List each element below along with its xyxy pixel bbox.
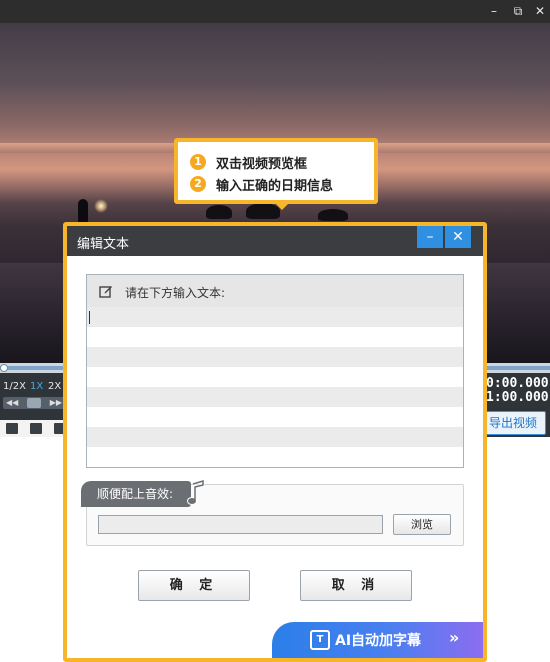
text-line bbox=[87, 307, 463, 327]
total-time: 1:00.000 bbox=[486, 390, 549, 405]
folder-icon[interactable] bbox=[30, 423, 42, 434]
toolbar bbox=[0, 420, 70, 437]
step-back-icon[interactable]: ◀◀ bbox=[6, 397, 18, 409]
edit-icon bbox=[99, 286, 112, 298]
window-minimize-button[interactable]: – bbox=[486, 3, 502, 19]
text-line bbox=[87, 447, 463, 467]
text-line bbox=[87, 347, 463, 367]
ai-subtitle-label: AI自动加字幕 bbox=[335, 633, 422, 649]
speed-2x-button[interactable]: 2X bbox=[48, 381, 61, 392]
speed-1x-button[interactable]: 1X bbox=[30, 381, 43, 392]
video-rock bbox=[318, 209, 348, 221]
ai-subtitle-banner[interactable]: T AI自动加字幕 » bbox=[272, 622, 483, 658]
step-number-badge: 2 bbox=[190, 176, 206, 192]
step-number-badge: 1 bbox=[190, 154, 206, 170]
dialog-title-bar[interactable]: 编辑文本 – ✕ bbox=[67, 226, 483, 256]
confirm-button[interactable]: 确 定 bbox=[138, 570, 250, 601]
text-input-area[interactable]: 请在下方输入文本: bbox=[86, 274, 464, 468]
timeline-playhead[interactable] bbox=[0, 364, 8, 372]
step-text: 双击视频预览框 bbox=[216, 156, 308, 172]
app-title-bar: – ⧉ ✕ bbox=[0, 0, 550, 23]
text-line bbox=[87, 367, 463, 387]
edit-text-dialog: 编辑文本 – ✕ 请在下方输入文本: 顺便配上音效: 浏览 确 定 取 消 T … bbox=[67, 226, 483, 658]
callout-step: 1 双击视频预览框 bbox=[190, 152, 307, 172]
settings-icon[interactable] bbox=[6, 423, 18, 434]
dialog-minimize-button[interactable]: – bbox=[417, 226, 443, 248]
text-line bbox=[87, 427, 463, 447]
step-text: 输入正确的日期信息 bbox=[216, 178, 334, 194]
browse-button[interactable]: 浏览 bbox=[393, 514, 451, 535]
subtitle-icon: T bbox=[310, 630, 330, 650]
current-time: 0:00.000 bbox=[486, 376, 549, 391]
cancel-button[interactable]: 取 消 bbox=[300, 570, 412, 601]
text-caret bbox=[89, 311, 90, 324]
text-line bbox=[87, 327, 463, 347]
sound-effect-path-input[interactable] bbox=[98, 515, 383, 534]
callout-pointer bbox=[274, 202, 290, 210]
dialog-title: 编辑文本 bbox=[77, 237, 130, 252]
double-chevron-icon: » bbox=[449, 628, 460, 647]
video-rock bbox=[206, 205, 232, 219]
text-line bbox=[87, 387, 463, 407]
text-line bbox=[87, 407, 463, 427]
music-note-icon bbox=[187, 480, 205, 505]
speed-half-button[interactable]: 1/2X bbox=[3, 381, 26, 392]
sound-effect-label: 顺便配上音效: bbox=[97, 487, 174, 501]
text-input-header: 请在下方输入文本: bbox=[87, 275, 463, 307]
frame-step-slider[interactable]: ◀◀ ▶▶ bbox=[3, 397, 65, 409]
window-maximize-button[interactable]: ⧉ bbox=[510, 3, 526, 19]
export-video-button[interactable]: 导出视频 bbox=[480, 411, 546, 435]
window-close-button[interactable]: ✕ bbox=[532, 3, 548, 19]
app-window: – ⧉ ✕ 1 双击视频预览框 2 输入正确的日期信息 1/2X 1X 2X ◀… bbox=[0, 0, 550, 662]
instruction-callout: 1 双击视频预览框 2 输入正确的日期信息 bbox=[174, 138, 378, 204]
dialog-close-button[interactable]: ✕ bbox=[445, 226, 471, 248]
video-sparkler-light bbox=[94, 199, 108, 213]
text-input-label: 请在下方输入文本: bbox=[125, 286, 226, 300]
frame-step-thumb[interactable] bbox=[27, 398, 41, 408]
step-forward-icon[interactable]: ▶▶ bbox=[50, 397, 62, 409]
callout-step: 2 输入正确的日期信息 bbox=[190, 174, 333, 194]
